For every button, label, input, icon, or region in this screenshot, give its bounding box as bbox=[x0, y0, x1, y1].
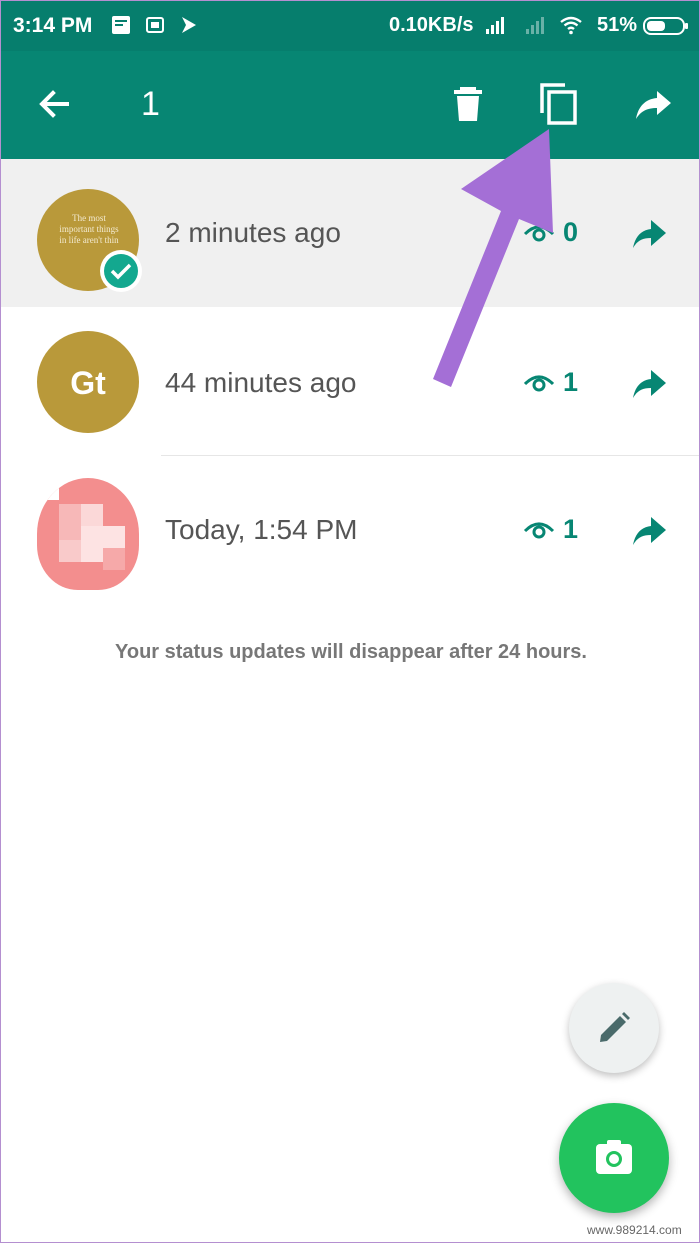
screen: 3:14 PM 0.10KB/s 51% 1 The most importan… bbox=[0, 0, 700, 1243]
annotation-arrow bbox=[433, 129, 553, 387]
watermark: www.989214.com bbox=[587, 1223, 682, 1237]
